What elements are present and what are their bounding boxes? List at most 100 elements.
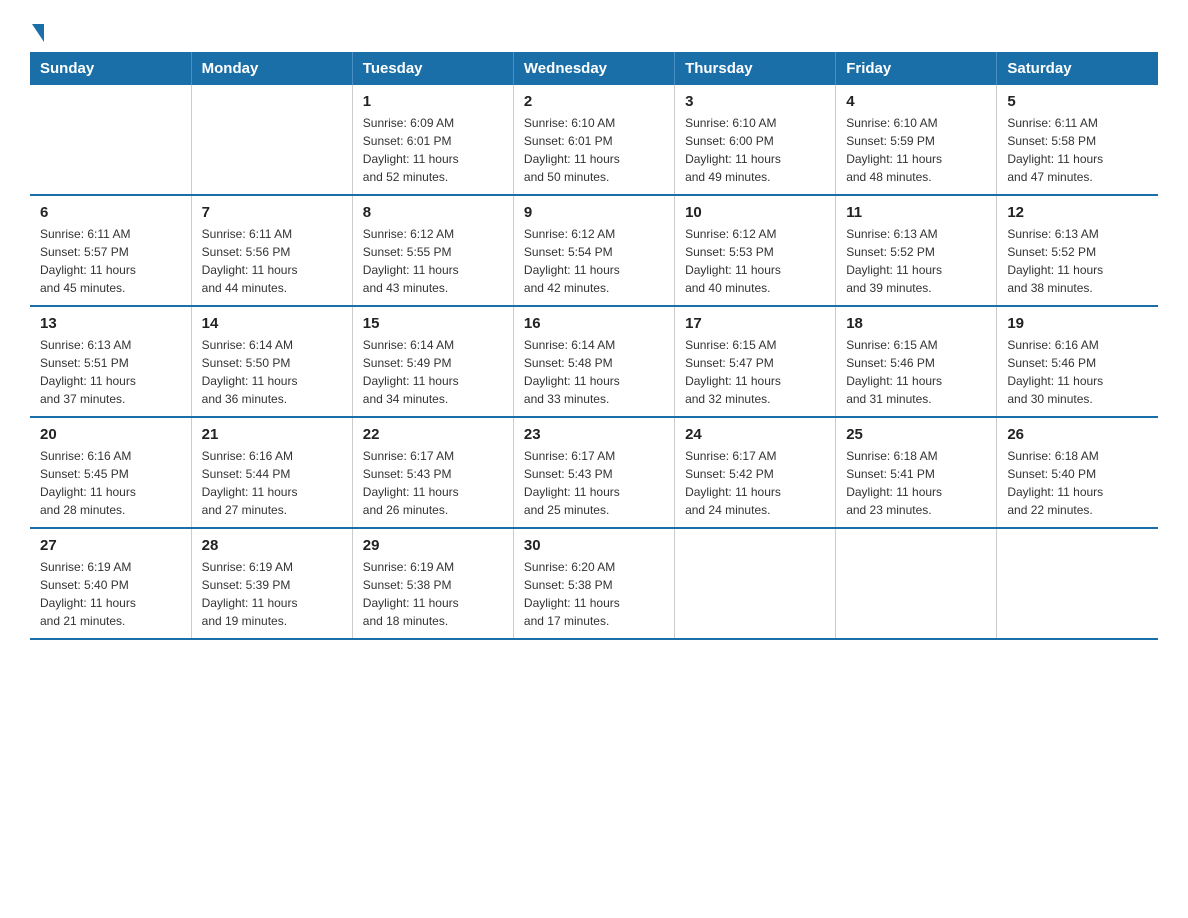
day-number: 30 xyxy=(524,537,664,554)
day-info: Sunrise: 6:12 AM Sunset: 5:55 PM Dayligh… xyxy=(363,225,503,297)
day-number: 26 xyxy=(1007,426,1148,443)
calendar-cell: 11 Sunrise: 6:13 AM Sunset: 5:52 PM Dayli… xyxy=(836,195,997,306)
calendar-cell xyxy=(836,528,997,639)
day-info: Sunrise: 6:18 AM Sunset: 5:40 PM Dayligh… xyxy=(1007,447,1148,519)
day-info: Sunrise: 6:13 AM Sunset: 5:52 PM Dayligh… xyxy=(846,225,986,297)
day-info: Sunrise: 6:17 AM Sunset: 5:42 PM Dayligh… xyxy=(685,447,825,519)
calendar-cell: 29 Sunrise: 6:19 AM Sunset: 5:38 PM Dayli… xyxy=(352,528,513,639)
header-friday: Friday xyxy=(836,52,997,85)
calendar-cell: 2 Sunrise: 6:10 AM Sunset: 6:01 PM Daylig… xyxy=(513,85,674,195)
calendar-week-3: 13 Sunrise: 6:13 AM Sunset: 5:51 PM Dayli… xyxy=(30,306,1158,417)
day-number: 19 xyxy=(1007,315,1148,332)
day-info: Sunrise: 6:14 AM Sunset: 5:49 PM Dayligh… xyxy=(363,336,503,408)
day-info: Sunrise: 6:12 AM Sunset: 5:53 PM Dayligh… xyxy=(685,225,825,297)
day-number: 8 xyxy=(363,204,503,221)
day-info: Sunrise: 6:14 AM Sunset: 5:50 PM Dayligh… xyxy=(202,336,342,408)
day-number: 22 xyxy=(363,426,503,443)
day-number: 16 xyxy=(524,315,664,332)
day-info: Sunrise: 6:13 AM Sunset: 5:51 PM Dayligh… xyxy=(40,336,181,408)
calendar-cell: 5 Sunrise: 6:11 AM Sunset: 5:58 PM Daylig… xyxy=(997,85,1158,195)
calendar-cell: 13 Sunrise: 6:13 AM Sunset: 5:51 PM Dayli… xyxy=(30,306,191,417)
calendar-cell: 20Sunrise: 6:16 AM Sunset: 5:45 PM Dayli… xyxy=(30,417,191,528)
calendar-header-row: SundayMondayTuesdayWednesdayThursdayFrid… xyxy=(30,52,1158,85)
day-number: 18 xyxy=(846,315,986,332)
calendar-week-5: 27 Sunrise: 6:19 AM Sunset: 5:40 PM Dayli… xyxy=(30,528,1158,639)
logo xyxy=(30,20,44,42)
day-info: Sunrise: 6:15 AM Sunset: 5:47 PM Dayligh… xyxy=(685,336,825,408)
calendar-cell xyxy=(30,85,191,195)
day-info: Sunrise: 6:10 AM Sunset: 6:00 PM Dayligh… xyxy=(685,114,825,186)
calendar-week-2: 6 Sunrise: 6:11 AM Sunset: 5:57 PM Daylig… xyxy=(30,195,1158,306)
calendar-cell: 30 Sunrise: 6:20 AM Sunset: 5:38 PM Dayli… xyxy=(513,528,674,639)
calendar-cell: 17 Sunrise: 6:15 AM Sunset: 5:47 PM Dayli… xyxy=(675,306,836,417)
header-monday: Monday xyxy=(191,52,352,85)
day-info: Sunrise: 6:18 AM Sunset: 5:41 PM Dayligh… xyxy=(846,447,986,519)
day-number: 12 xyxy=(1007,204,1148,221)
day-number: 14 xyxy=(202,315,342,332)
day-number: 24 xyxy=(685,426,825,443)
calendar-cell: 9Sunrise: 6:12 AM Sunset: 5:54 PM Daylig… xyxy=(513,195,674,306)
calendar-cell: 12 Sunrise: 6:13 AM Sunset: 5:52 PM Dayli… xyxy=(997,195,1158,306)
day-number: 13 xyxy=(40,315,181,332)
calendar-week-4: 20Sunrise: 6:16 AM Sunset: 5:45 PM Dayli… xyxy=(30,417,1158,528)
calendar-cell: 26 Sunrise: 6:18 AM Sunset: 5:40 PM Dayli… xyxy=(997,417,1158,528)
logo-arrow-icon xyxy=(32,24,44,42)
calendar-cell: 14 Sunrise: 6:14 AM Sunset: 5:50 PM Dayli… xyxy=(191,306,352,417)
header-saturday: Saturday xyxy=(997,52,1158,85)
day-info: Sunrise: 6:11 AM Sunset: 5:58 PM Dayligh… xyxy=(1007,114,1148,186)
header-tuesday: Tuesday xyxy=(352,52,513,85)
calendar-cell: 3Sunrise: 6:10 AM Sunset: 6:00 PM Daylig… xyxy=(675,85,836,195)
day-number: 15 xyxy=(363,315,503,332)
calendar-cell xyxy=(997,528,1158,639)
day-info: Sunrise: 6:15 AM Sunset: 5:46 PM Dayligh… xyxy=(846,336,986,408)
day-number: 23 xyxy=(524,426,664,443)
calendar-cell: 25Sunrise: 6:18 AM Sunset: 5:41 PM Dayli… xyxy=(836,417,997,528)
calendar-week-1: 1Sunrise: 6:09 AM Sunset: 6:01 PM Daylig… xyxy=(30,85,1158,195)
day-info: Sunrise: 6:16 AM Sunset: 5:44 PM Dayligh… xyxy=(202,447,342,519)
calendar-cell: 27 Sunrise: 6:19 AM Sunset: 5:40 PM Dayli… xyxy=(30,528,191,639)
day-info: Sunrise: 6:16 AM Sunset: 5:45 PM Dayligh… xyxy=(40,447,181,519)
day-info: Sunrise: 6:19 AM Sunset: 5:39 PM Dayligh… xyxy=(202,558,342,630)
day-info: Sunrise: 6:11 AM Sunset: 5:57 PM Dayligh… xyxy=(40,225,181,297)
header xyxy=(30,20,1158,42)
day-info: Sunrise: 6:19 AM Sunset: 5:40 PM Dayligh… xyxy=(40,558,181,630)
day-number: 1 xyxy=(363,93,503,110)
calendar-cell: 10 Sunrise: 6:12 AM Sunset: 5:53 PM Dayli… xyxy=(675,195,836,306)
calendar-cell: 7Sunrise: 6:11 AM Sunset: 5:56 PM Daylig… xyxy=(191,195,352,306)
day-number: 5 xyxy=(1007,93,1148,110)
header-wednesday: Wednesday xyxy=(513,52,674,85)
header-sunday: Sunday xyxy=(30,52,191,85)
day-info: Sunrise: 6:14 AM Sunset: 5:48 PM Dayligh… xyxy=(524,336,664,408)
calendar-cell: 21 Sunrise: 6:16 AM Sunset: 5:44 PM Dayli… xyxy=(191,417,352,528)
calendar-cell: 19 Sunrise: 6:16 AM Sunset: 5:46 PM Dayli… xyxy=(997,306,1158,417)
calendar-cell: 23 Sunrise: 6:17 AM Sunset: 5:43 PM Dayli… xyxy=(513,417,674,528)
calendar-cell: 1Sunrise: 6:09 AM Sunset: 6:01 PM Daylig… xyxy=(352,85,513,195)
calendar-cell: 28 Sunrise: 6:19 AM Sunset: 5:39 PM Dayli… xyxy=(191,528,352,639)
day-info: Sunrise: 6:20 AM Sunset: 5:38 PM Dayligh… xyxy=(524,558,664,630)
day-number: 6 xyxy=(40,204,181,221)
day-info: Sunrise: 6:10 AM Sunset: 6:01 PM Dayligh… xyxy=(524,114,664,186)
day-number: 2 xyxy=(524,93,664,110)
day-number: 29 xyxy=(363,537,503,554)
calendar-cell: 8 Sunrise: 6:12 AM Sunset: 5:55 PM Daylig… xyxy=(352,195,513,306)
day-number: 28 xyxy=(202,537,342,554)
day-info: Sunrise: 6:11 AM Sunset: 5:56 PM Dayligh… xyxy=(202,225,342,297)
calendar-cell: 22 Sunrise: 6:17 AM Sunset: 5:43 PM Dayli… xyxy=(352,417,513,528)
day-info: Sunrise: 6:17 AM Sunset: 5:43 PM Dayligh… xyxy=(524,447,664,519)
day-info: Sunrise: 6:19 AM Sunset: 5:38 PM Dayligh… xyxy=(363,558,503,630)
day-number: 9 xyxy=(524,204,664,221)
day-number: 11 xyxy=(846,204,986,221)
day-number: 4 xyxy=(846,93,986,110)
day-info: Sunrise: 6:13 AM Sunset: 5:52 PM Dayligh… xyxy=(1007,225,1148,297)
day-info: Sunrise: 6:17 AM Sunset: 5:43 PM Dayligh… xyxy=(363,447,503,519)
day-info: Sunrise: 6:16 AM Sunset: 5:46 PM Dayligh… xyxy=(1007,336,1148,408)
day-number: 17 xyxy=(685,315,825,332)
day-number: 21 xyxy=(202,426,342,443)
day-number: 27 xyxy=(40,537,181,554)
calendar-cell: 18 Sunrise: 6:15 AM Sunset: 5:46 PM Dayli… xyxy=(836,306,997,417)
day-info: Sunrise: 6:10 AM Sunset: 5:59 PM Dayligh… xyxy=(846,114,986,186)
calendar-cell xyxy=(191,85,352,195)
calendar-cell: 15 Sunrise: 6:14 AM Sunset: 5:49 PM Dayli… xyxy=(352,306,513,417)
calendar-cell xyxy=(675,528,836,639)
day-number: 10 xyxy=(685,204,825,221)
